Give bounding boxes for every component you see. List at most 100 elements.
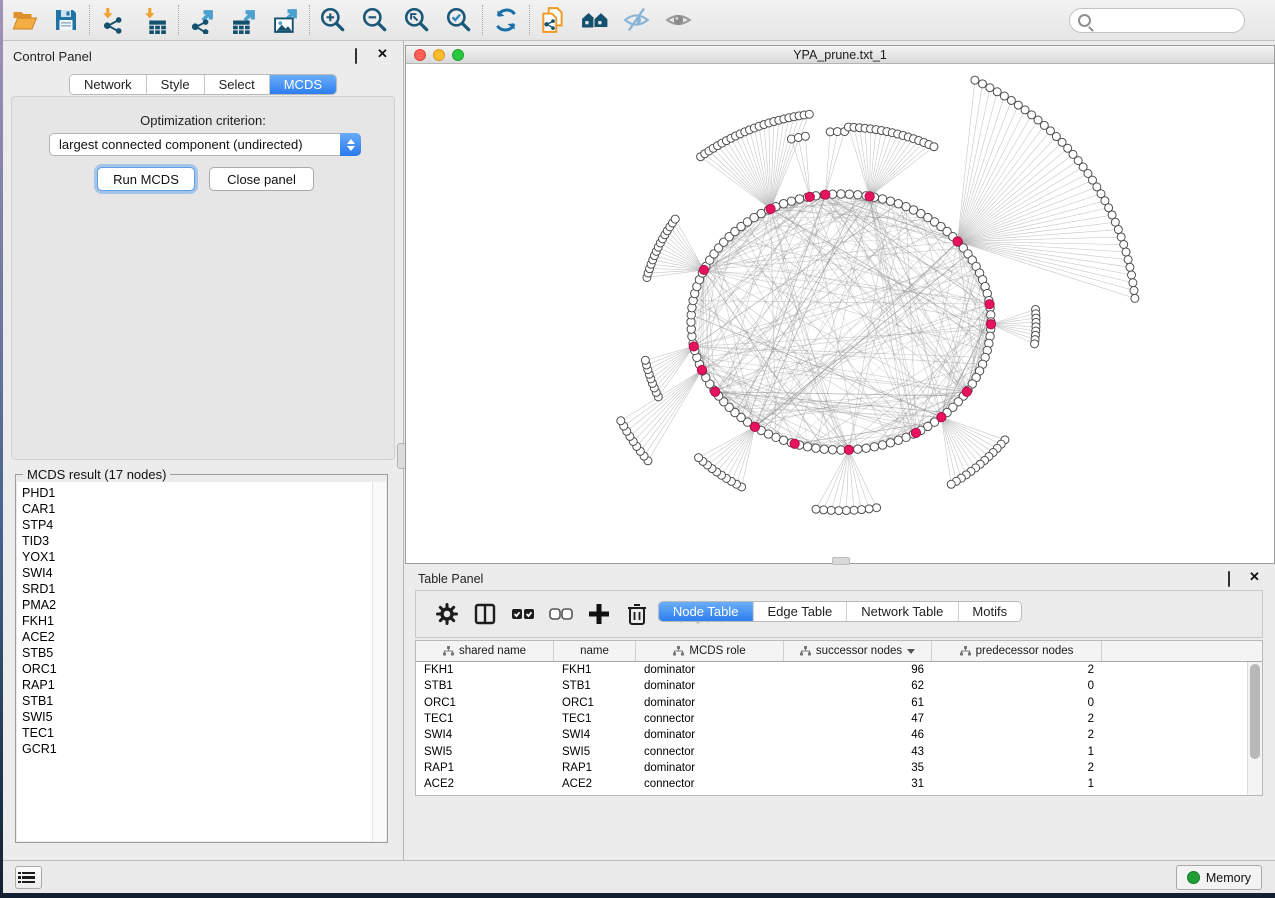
add-column-button[interactable] xyxy=(580,595,618,633)
refresh-layout-button[interactable] xyxy=(485,1,527,39)
list-item[interactable]: FKH1 xyxy=(22,613,372,629)
import-table-button[interactable] xyxy=(134,1,176,39)
list-item[interactable]: TID3 xyxy=(22,533,372,549)
export-image-icon xyxy=(273,7,300,34)
split-columns-button[interactable] xyxy=(466,595,504,633)
cell-name: ACE2 xyxy=(554,778,636,790)
memory-button[interactable]: Memory xyxy=(1176,865,1262,890)
column-header-predecessor-nodes[interactable]: predecessor nodes xyxy=(932,641,1102,661)
list-item[interactable]: SWI5 xyxy=(22,709,372,725)
cell-predecessor-nodes: 2 xyxy=(932,664,1102,676)
close-table-panel-icon[interactable]: ✕ xyxy=(1249,572,1261,584)
column-header-shared-name[interactable]: shared name xyxy=(416,641,554,661)
export-image-button[interactable] xyxy=(265,1,307,39)
list-item[interactable]: GCR1 xyxy=(22,741,372,757)
network-canvas[interactable] xyxy=(406,64,1274,563)
close-panel-button[interactable]: Close panel xyxy=(209,167,314,191)
list-item[interactable]: PMA2 xyxy=(22,597,372,613)
table-row[interactable]: ACE2ACE2connector311 xyxy=(416,776,1262,792)
zoom-selected-button[interactable] xyxy=(438,1,480,39)
table-scrollbar-thumb[interactable] xyxy=(1250,664,1260,759)
list-item[interactable]: SWI4 xyxy=(22,565,372,581)
cell-mcds-role: dominator xyxy=(636,680,784,692)
zoom-in-button[interactable] xyxy=(312,1,354,39)
tab-edge-table[interactable]: Edge Table xyxy=(753,602,847,621)
cell-predecessor-nodes: 1 xyxy=(932,746,1102,758)
cell-successor-nodes: 31 xyxy=(784,778,932,790)
table-row[interactable]: SWI5SWI5connector431 xyxy=(416,743,1262,759)
list-item[interactable]: STB1 xyxy=(22,693,372,709)
first-neighbors-button[interactable] xyxy=(574,1,616,39)
list-scrollbar[interactable] xyxy=(372,482,386,841)
tab-node-table[interactable]: Node Table xyxy=(659,602,754,621)
mapped-column-icon xyxy=(800,646,811,656)
tab-motifs[interactable]: Motifs xyxy=(958,602,1021,621)
save-session-button[interactable] xyxy=(45,1,87,39)
copy-network-button[interactable] xyxy=(532,1,574,39)
list-item[interactable]: PHD1 xyxy=(22,485,372,501)
mapped-column-icon xyxy=(673,646,684,656)
cell-predecessor-nodes: 1 xyxy=(932,778,1102,790)
list-item[interactable]: CAR1 xyxy=(22,501,372,517)
column-header-successor-nodes[interactable]: successor nodes xyxy=(784,641,932,661)
zoom-fit-button[interactable] xyxy=(396,1,438,39)
close-panel-icon[interactable]: ✕ xyxy=(377,49,389,61)
cell-shared-name: RAP1 xyxy=(416,762,554,774)
table-scrollbar[interactable] xyxy=(1247,662,1262,795)
close-window-button[interactable] xyxy=(414,49,426,61)
show-all-button[interactable] xyxy=(658,1,700,39)
float-table-panel-button[interactable] xyxy=(1228,572,1240,584)
import-network-button[interactable] xyxy=(92,1,134,39)
select-all-button[interactable] xyxy=(504,595,542,633)
cell-successor-nodes: 62 xyxy=(784,680,932,692)
tab-mcds[interactable]: MCDS xyxy=(270,75,336,94)
delete-column-button[interactable] xyxy=(618,595,656,633)
tab-network-table[interactable]: Network Table xyxy=(847,602,958,621)
network-window-titlebar[interactable]: YPA_prune.txt_1 xyxy=(406,46,1274,64)
table-row[interactable]: FKH1FKH1dominator962 xyxy=(416,662,1262,678)
settings-gear-button[interactable] xyxy=(428,595,466,633)
tab-select[interactable]: Select xyxy=(205,75,270,94)
list-item[interactable]: STB5 xyxy=(22,645,372,661)
horizontal-splitter-handle[interactable] xyxy=(832,557,850,565)
toolbar-separator xyxy=(178,5,179,35)
list-item[interactable]: ACE2 xyxy=(22,629,372,645)
save-icon xyxy=(53,7,79,33)
column-header-name[interactable]: name xyxy=(554,641,636,661)
list-item[interactable]: TEC1 xyxy=(22,725,372,741)
export-table-button[interactable] xyxy=(223,1,265,39)
table-row[interactable]: YOX1YOX1connector291 xyxy=(416,792,1262,795)
node-table-body: FKH1FKH1dominator962STB1STB1dominator620… xyxy=(416,662,1262,795)
task-history-button[interactable] xyxy=(15,866,42,889)
deselect-all-button[interactable] xyxy=(542,595,580,633)
network-title: YPA_prune.txt_1 xyxy=(793,48,887,62)
list-item[interactable]: SRD1 xyxy=(22,581,372,597)
search-input[interactable] xyxy=(1096,14,1251,28)
zoom-out-button[interactable] xyxy=(354,1,396,39)
tab-style[interactable]: Style xyxy=(147,75,205,94)
table-row[interactable]: TEC1TEC1connector472 xyxy=(416,711,1262,727)
table-row[interactable]: RAP1RAP1dominator352 xyxy=(416,760,1262,776)
hide-selected-button[interactable] xyxy=(616,1,658,39)
table-row[interactable]: SWI4SWI4dominator462 xyxy=(416,727,1262,743)
table-row[interactable]: STB1STB1dominator620 xyxy=(416,678,1262,694)
tab-network[interactable]: Network xyxy=(70,75,147,94)
mcds-result-title: MCDS result (17 nodes) xyxy=(23,467,170,482)
table-row[interactable]: ORC1ORC1dominator610 xyxy=(416,695,1262,711)
open-file-button[interactable] xyxy=(3,1,45,39)
float-panel-button[interactable] xyxy=(355,49,367,61)
list-item[interactable]: RAP1 xyxy=(22,677,372,693)
minimize-window-button[interactable] xyxy=(433,49,445,61)
list-item[interactable]: ORC1 xyxy=(22,661,372,677)
column-label: shared name xyxy=(459,645,526,657)
list-item[interactable]: STP4 xyxy=(22,517,372,533)
zoom-out-icon xyxy=(361,6,389,34)
criterion-dropdown[interactable]: largest connected component (undirected) xyxy=(49,133,361,156)
export-network-button[interactable] xyxy=(181,1,223,39)
eye-icon xyxy=(664,6,694,34)
run-mcds-button[interactable]: Run MCDS xyxy=(97,167,195,191)
maximize-window-button[interactable] xyxy=(452,49,464,61)
list-item[interactable]: YOX1 xyxy=(22,549,372,565)
column-header-mcds-role[interactable]: MCDS role xyxy=(636,641,784,661)
control-panel: Control Panel ✕ Network Style Select MCD… xyxy=(3,41,404,860)
